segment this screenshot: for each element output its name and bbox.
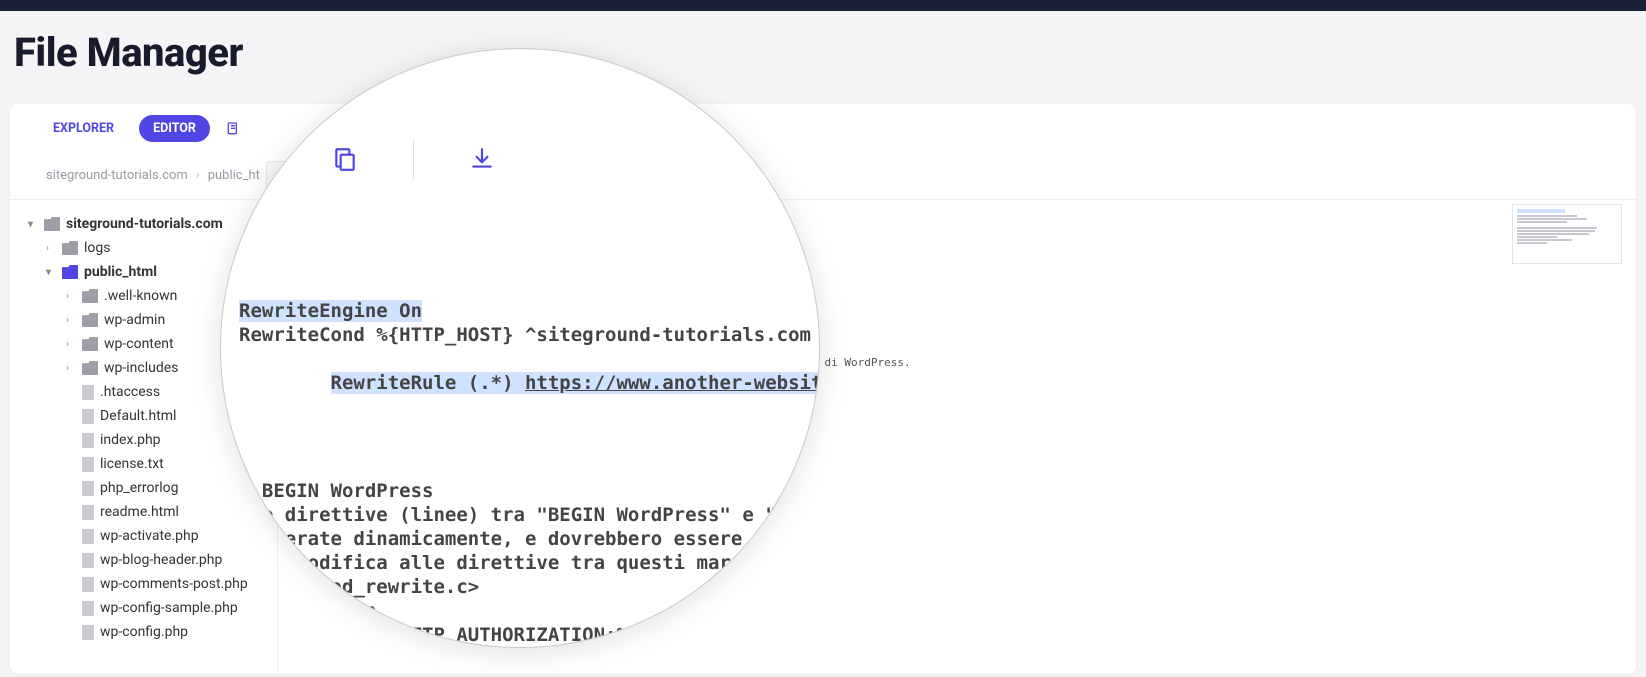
file-icon xyxy=(82,601,94,616)
breadcrumb: siteground-tutorials.com › public_ht ss … xyxy=(10,149,1636,200)
caret-right-icon: › xyxy=(66,291,76,302)
tree-item-label: .well-known xyxy=(104,288,177,304)
tree-file[interactable]: license.txt xyxy=(28,452,269,476)
code-editor[interactable]: tri di WordPress. 16171819202122 Re</IfM… xyxy=(278,200,1636,674)
tree-item-label: wp-includes xyxy=(104,360,178,376)
tree-item-label: public_html xyxy=(84,264,157,280)
code-body: Re</IfMo# END WordPress xyxy=(315,430,414,535)
tree-item-label: index.php xyxy=(100,432,161,448)
tree-item-label: wp-config.php xyxy=(100,624,188,640)
tree-item-label: wp-config-sample.php xyxy=(100,600,238,616)
folder-icon xyxy=(82,337,98,351)
tree-file[interactable]: wp-config-sample.php xyxy=(28,596,269,620)
open-file-tab[interactable]: ss × xyxy=(266,161,321,189)
file-icon xyxy=(82,457,94,472)
file-icon xyxy=(82,409,94,424)
tree-file[interactable]: readme.html xyxy=(28,500,269,524)
title-row: File Manager xyxy=(0,11,1646,104)
file-tree[interactable]: ▾ siteground-tutorials.com › logs ▾ public_… xyxy=(10,200,278,674)
caret-right-icon: › xyxy=(66,339,76,350)
tab-explorer[interactable]: EXPLORER xyxy=(38,114,129,143)
caret-right-icon: › xyxy=(46,243,56,254)
editor-fragment-right: tri di WordPress. xyxy=(798,356,911,369)
minimap[interactable] xyxy=(1512,204,1622,264)
file-icon xyxy=(82,553,94,568)
caret-right-icon: › xyxy=(66,315,76,326)
tree-folder[interactable]: › .well-known xyxy=(28,284,269,308)
tree-file[interactable]: wp-comments-post.php xyxy=(28,572,269,596)
tree-item-label: Default.html xyxy=(100,408,176,424)
file-icon xyxy=(82,625,94,640)
caret-down-icon: ▾ xyxy=(46,267,56,278)
tab-editor[interactable]: EDITOR xyxy=(139,115,210,142)
tree-root-label: siteground-tutorials.com xyxy=(66,216,223,232)
tree-item-label: .htaccess xyxy=(100,384,160,400)
tree-item-label: php_errorlog xyxy=(100,480,179,496)
file-icon xyxy=(82,481,94,496)
file-action-icon[interactable] xyxy=(224,120,242,138)
tree-item-label: wp-admin xyxy=(104,312,165,328)
tree-item-label: license.txt xyxy=(100,456,164,472)
tree-item-label: wp-comments-post.php xyxy=(100,576,248,592)
folder-icon xyxy=(82,313,98,327)
file-icon xyxy=(82,529,94,544)
content-row: ▾ siteground-tutorials.com › logs ▾ public_… xyxy=(10,200,1636,674)
tree-file[interactable]: wp-activate.php xyxy=(28,524,269,548)
tree-item-label: logs xyxy=(84,240,110,256)
tree-folder[interactable]: ▾ public_html xyxy=(28,260,269,284)
breadcrumb-root[interactable]: siteground-tutorials.com xyxy=(46,168,188,183)
tree-item-label: wp-blog-header.php xyxy=(100,552,222,568)
folder-icon xyxy=(62,265,78,279)
tree-file[interactable]: wp-blog-header.php xyxy=(28,548,269,572)
breadcrumb-path[interactable]: public_ht xyxy=(208,168,260,183)
file-icon xyxy=(82,385,94,400)
tree-folder[interactable]: › wp-admin xyxy=(28,308,269,332)
tree-file[interactable]: index.php xyxy=(28,428,269,452)
line-gutter: 16171819202122 xyxy=(288,430,301,535)
open-file-tab-label: ss xyxy=(277,168,290,183)
close-tab-icon[interactable]: × xyxy=(300,166,308,184)
page-title: File Manager xyxy=(14,29,243,76)
editor-visible-lines: 16171819202122 Re</IfMo# END WordPress xyxy=(288,430,415,535)
tree-file[interactable]: php_errorlog xyxy=(28,476,269,500)
folder-icon xyxy=(44,217,60,231)
tree-folder[interactable]: › wp-includes xyxy=(28,356,269,380)
folder-icon xyxy=(62,241,78,255)
file-icon xyxy=(82,577,94,592)
folder-icon xyxy=(82,361,98,375)
tree-item-label: readme.html xyxy=(100,504,179,520)
file-icon xyxy=(82,505,94,520)
folder-icon xyxy=(82,289,98,303)
file-icon xyxy=(82,433,94,448)
tree-item-label: wp-activate.php xyxy=(100,528,199,544)
tree-folder[interactable]: › wp-content xyxy=(28,332,269,356)
tree-root[interactable]: ▾ siteground-tutorials.com xyxy=(28,212,269,236)
tree-file[interactable]: Default.html xyxy=(28,404,269,428)
tree-folder[interactable]: › logs xyxy=(28,236,269,260)
breadcrumb-sep: › xyxy=(196,168,200,183)
tree-file[interactable]: .htaccess xyxy=(28,380,269,404)
window-top-bar xyxy=(0,0,1646,11)
main-panel: EXPLORER EDITOR siteground-tutorials.com… xyxy=(10,104,1636,674)
panel-top: EXPLORER EDITOR xyxy=(10,104,1636,149)
caret-right-icon: › xyxy=(66,363,76,374)
tree-item-label: wp-content xyxy=(104,336,174,352)
tree-file[interactable]: wp-config.php xyxy=(28,620,269,644)
caret-down-icon: ▾ xyxy=(28,219,38,230)
